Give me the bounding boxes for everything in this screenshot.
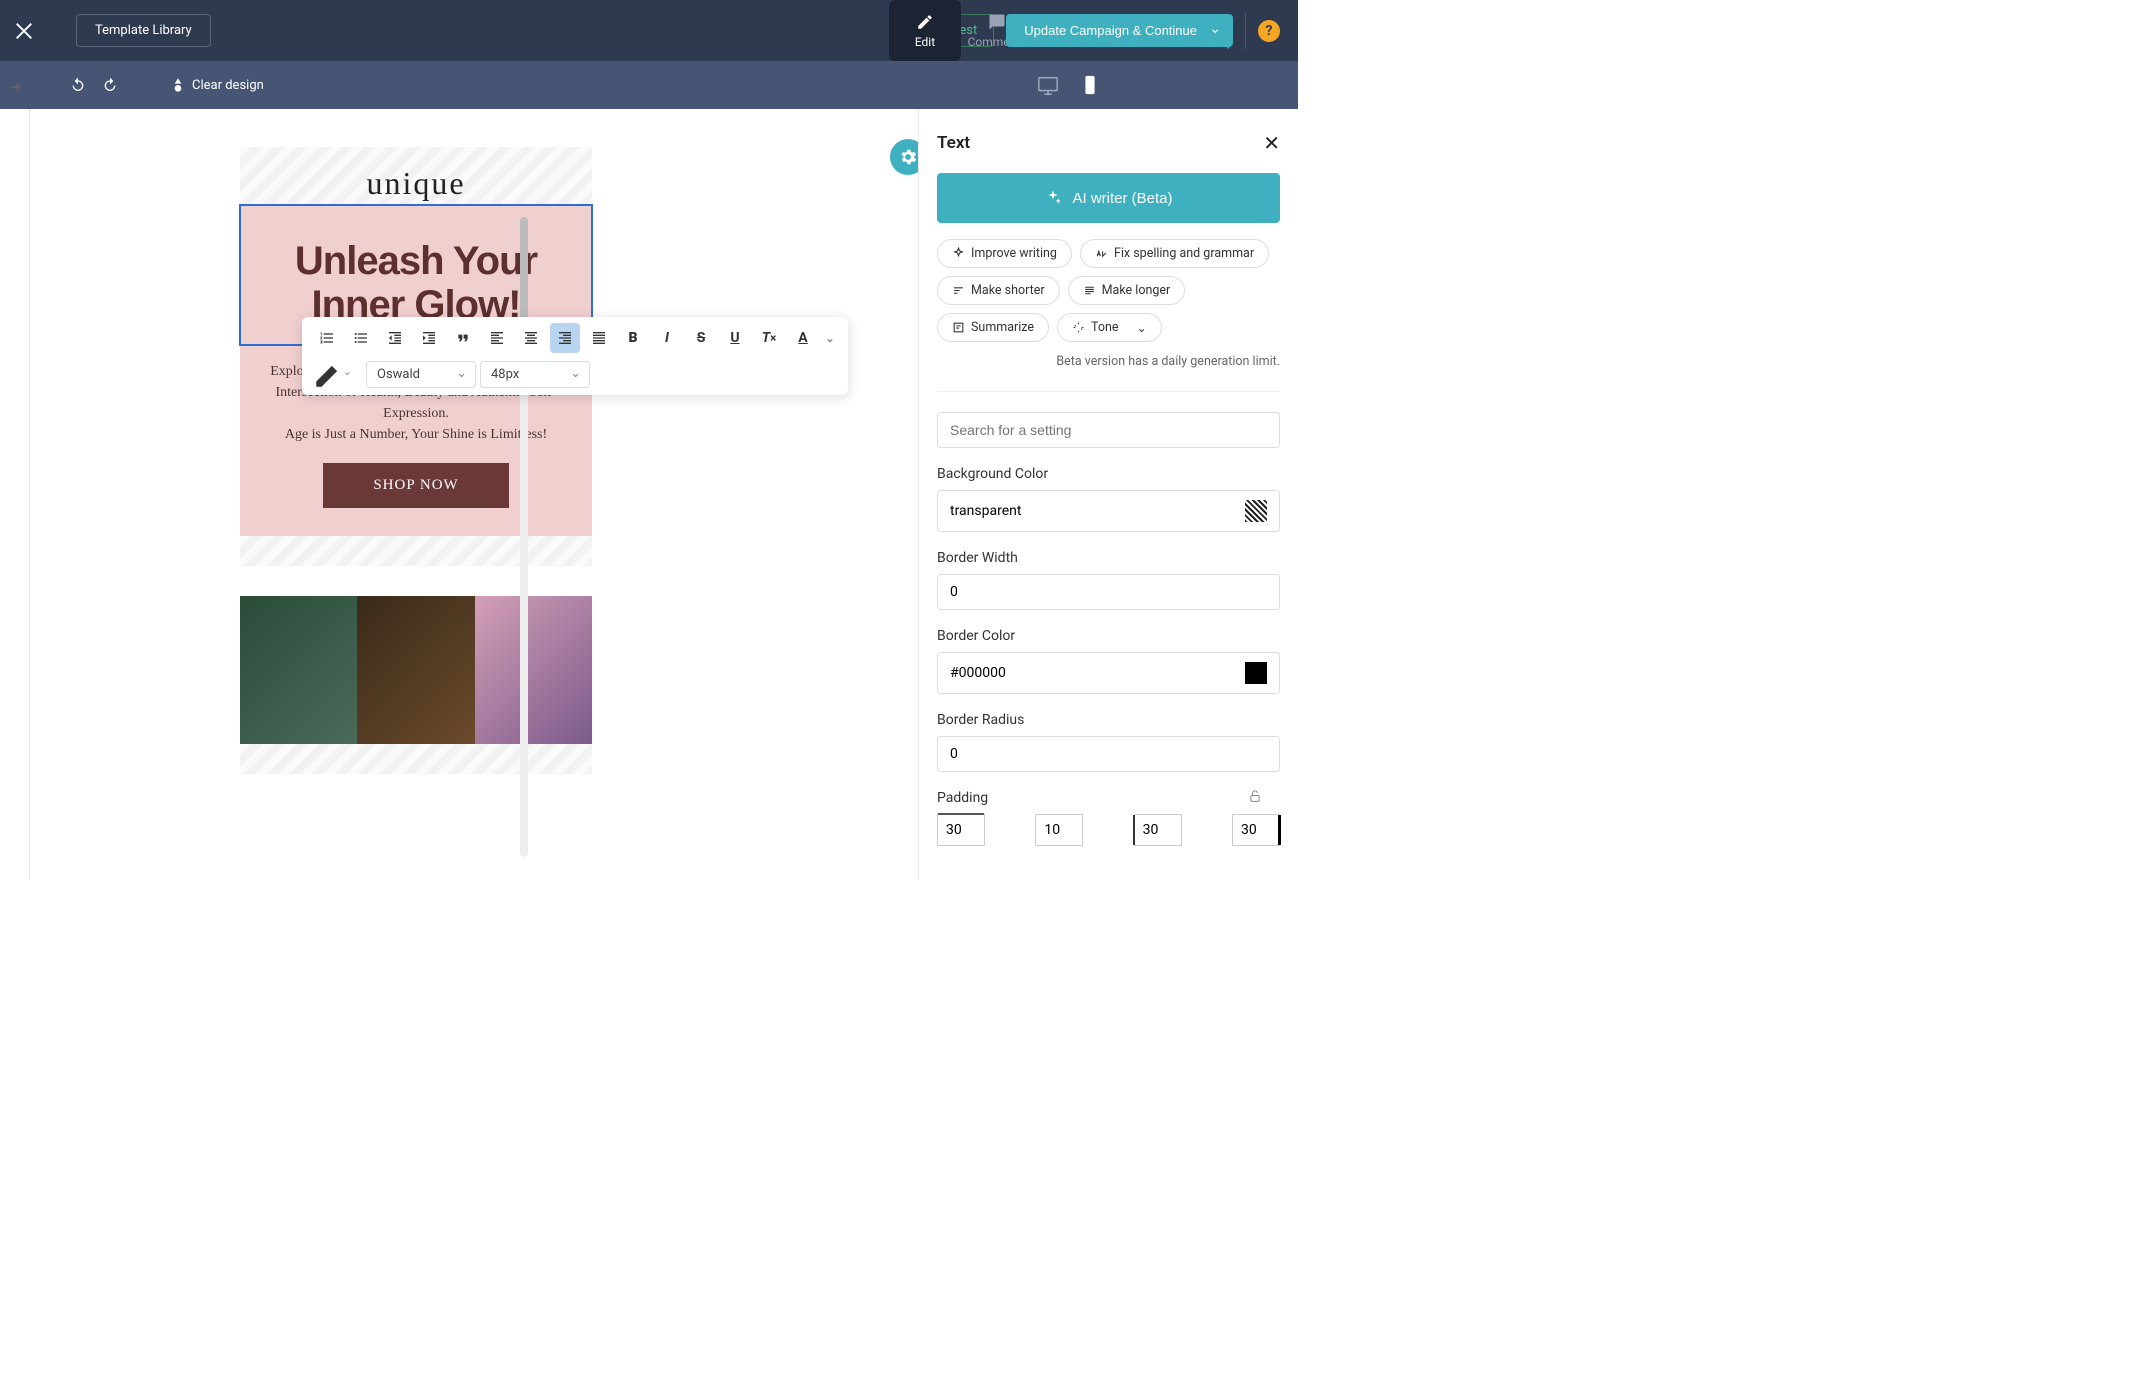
redo-icon[interactable] [100,77,120,93]
update-campaign-button[interactable]: Update Campaign & Continue [1006,14,1233,47]
padding-right-input[interactable]: 10 [1035,814,1083,846]
text-color-icon[interactable]: A [788,323,818,353]
border-radius-label: Border Radius [937,712,1280,728]
undo-icon[interactable] [68,77,88,93]
italic-icon[interactable]: I [652,323,682,353]
align-center-icon[interactable] [516,323,546,353]
desktop-view-icon[interactable] [1037,74,1059,96]
border-color-label: Border Color [937,628,1280,644]
left-rail [0,109,30,880]
text-toolbar: B I S U T× A ⌄ Oswald 48px [302,317,848,395]
padding-left-input[interactable]: 30 [1232,814,1280,846]
brand-logo[interactable]: unique [240,147,592,205]
border-color-input[interactable]: #000000 [937,652,1280,694]
pill-summarize[interactable]: Summarize [937,313,1049,342]
quote-icon[interactable] [448,323,478,353]
border-width-label: Border Width [937,550,1280,566]
image-gallery[interactable] [240,596,592,744]
ordered-list-icon[interactable] [312,323,342,353]
underline-icon[interactable]: U [720,323,750,353]
properties-sidebar: Text ✕ AI writer (Beta) Improve writing … [918,109,1298,880]
padding-bottom-input[interactable]: 30 [1134,814,1182,846]
bg-color-input[interactable]: transparent [937,490,1280,532]
settings-gear-icon[interactable] [890,139,918,175]
black-swatch-icon[interactable] [1245,662,1267,684]
ai-writer-label: AI writer (Beta) [1072,190,1172,207]
tab-edit[interactable]: Edit [889,0,961,61]
align-left-icon[interactable] [482,323,512,353]
clear-format-icon[interactable]: T× [754,323,784,353]
expand-sidebar-icon[interactable] [4,76,26,98]
tab-edit-label: Edit [915,35,935,49]
pill-make-shorter[interactable]: Make shorter [937,276,1060,305]
email-canvas[interactable]: unique Unleash Your Inner Glow! Explore … [240,147,592,774]
text-color-dropdown-icon[interactable]: ⌄ [822,323,838,353]
gallery-image-3[interactable] [475,596,592,744]
scrollbar[interactable] [520,217,528,857]
strikethrough-icon[interactable]: S [686,323,716,353]
padding-label: Padding [937,790,988,806]
pill-make-longer[interactable]: Make longer [1068,276,1186,305]
align-justify-icon[interactable] [584,323,614,353]
pill-fix-spelling[interactable]: Fix spelling and grammar [1080,239,1269,268]
mobile-view-icon[interactable] [1079,74,1101,96]
bg-color-label: Background Color [937,466,1280,482]
close-sidebar-icon[interactable]: ✕ [1263,131,1280,155]
sidebar-title: Text [937,133,970,153]
border-radius-input[interactable]: 0 [937,736,1280,772]
font-size-select[interactable]: 48px [480,361,590,388]
lock-icon[interactable] [1248,788,1262,808]
search-setting-input[interactable] [937,412,1280,448]
shop-now-button[interactable]: SHOP NOW [323,463,508,508]
pill-improve-writing[interactable]: Improve writing [937,239,1072,268]
align-right-icon[interactable] [550,323,580,353]
gallery-image-1[interactable] [240,596,357,744]
pill-tone[interactable]: Tone [1057,313,1162,342]
highlight-color-icon[interactable] [312,359,346,389]
indent-icon[interactable] [414,323,444,353]
font-family-select[interactable]: Oswald [366,361,476,388]
border-width-input[interactable]: 0 [937,574,1280,610]
clear-design-label: Clear design [192,78,264,93]
unordered-list-icon[interactable] [346,323,376,353]
close-button[interactable] [0,0,48,61]
clear-design-button[interactable]: Clear design [170,77,264,93]
outdent-icon[interactable] [380,323,410,353]
ai-writer-button[interactable]: AI writer (Beta) [937,173,1280,223]
beta-note: Beta version has a daily generation limi… [937,354,1280,369]
gallery-image-2[interactable] [357,596,474,744]
bold-icon[interactable]: B [618,323,648,353]
template-library-button[interactable]: Template Library [76,14,211,47]
padding-top-input[interactable]: 30 [937,814,985,846]
transparent-swatch-icon[interactable] [1245,500,1267,522]
help-icon[interactable]: ? [1258,20,1280,42]
